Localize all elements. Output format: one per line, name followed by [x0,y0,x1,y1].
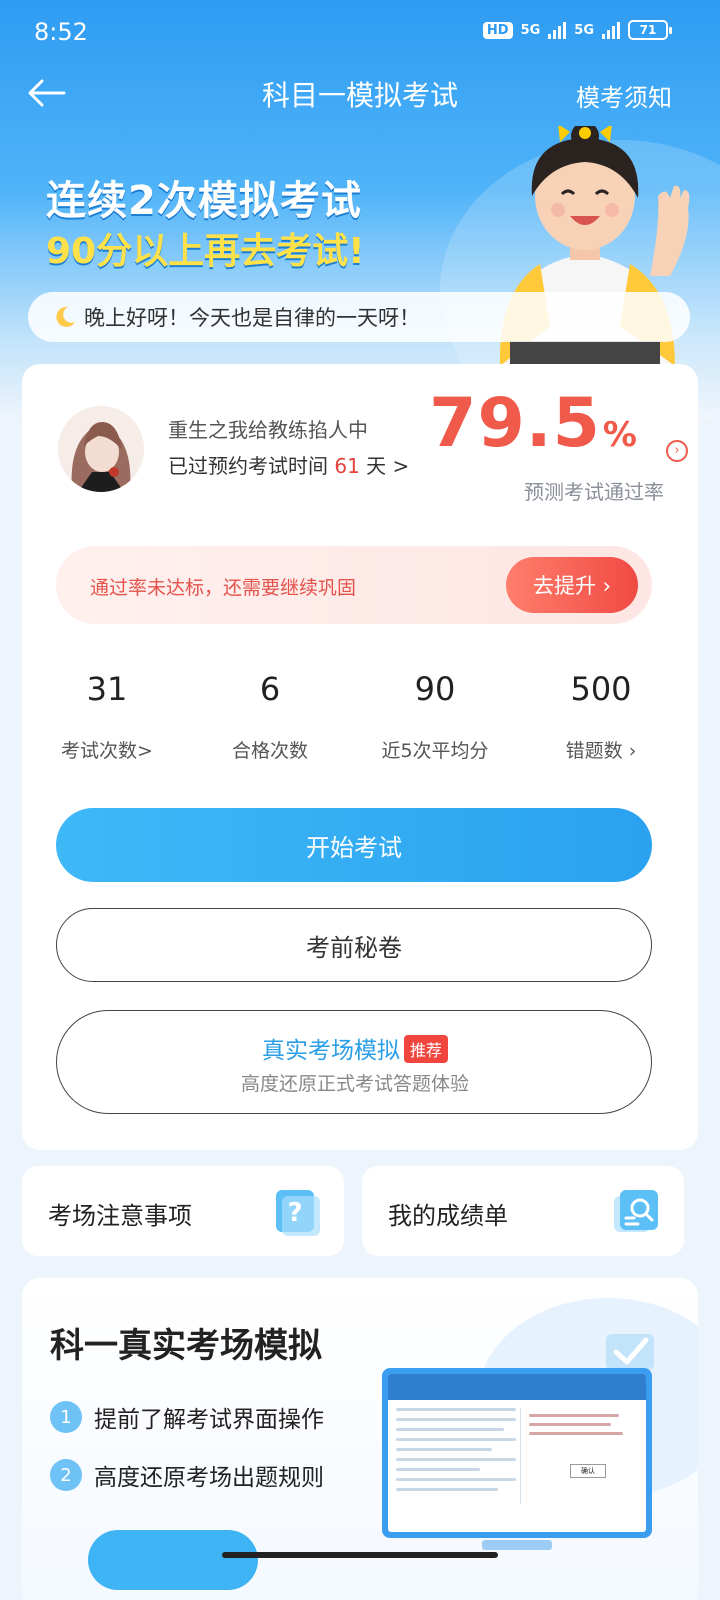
stat-average-score: 90 近5次平均分 [350,664,520,763]
signal-icon [548,21,567,39]
my-scores-tile[interactable]: 我的成绩单 [362,1166,684,1256]
item-number: 1 [50,1401,82,1433]
hd-badge: HD [482,21,513,39]
stats-row: 31 考试次数> 6 合格次数 90 近5次平均分 500 错题数 › [22,664,698,774]
tile-label: 考场注意事项 [48,1202,192,1230]
tile-label: 我的成绩单 [388,1202,508,1230]
intro-item: 1 提前了解考试界面操作 [50,1400,324,1434]
avatar[interactable] [58,406,144,492]
pass-rate-value: 79.5% [429,384,638,463]
stat-label: 考试次数> [61,740,153,762]
exam-notice-link[interactable]: 模考须知 [576,78,672,113]
stat-pass-count: 6 合格次数 [185,664,355,763]
exam-summary-card: 重生之我给教练掐人中 已过预约考试时间 61 天 > 79.5% › 预测考试通… [22,364,698,1150]
stat-value: 90 [414,670,456,708]
stat-value: 6 [259,670,281,708]
monitor-stand [482,1540,552,1550]
exam-notes-tile[interactable]: 考场注意事项 ? [22,1166,344,1256]
item-text: 提前了解考试界面操作 [94,1407,324,1433]
real-exam-sim-button[interactable]: 真实考场模拟 推荐 高度还原正式考试答题体验 [56,1010,652,1114]
battery-icon: 71 [628,20,672,40]
question-icon: ? [276,1190,320,1236]
network-label-2: 5G [574,22,594,38]
stat-label: 近5次平均分 [381,740,489,762]
signal-icon-2 [602,21,620,39]
pass-rate-unit: % [602,415,638,455]
network-label-1: 5G [520,22,541,38]
exam-days-overdue[interactable]: 已过预约考试时间 61 天 > [168,450,409,479]
svg-text:?: ? [287,1198,302,1228]
exam-screen-side-panel [520,1408,638,1504]
real-exam-subtitle: 高度还原正式考试答题体验 [240,1073,469,1095]
secret-paper-button[interactable]: 考前秘卷 [56,908,652,982]
stat-label: 合格次数 [231,740,308,762]
greeting-banner: 晚上好呀！今天也是自律的一天呀！ [28,292,690,342]
exam-screen-confirm: 确认 [570,1464,606,1478]
pass-rate-label: 预测考试通过率 [524,480,664,504]
user-name: 重生之我给教练掐人中 [168,418,368,442]
exam-screen-content: 确认 [388,1374,646,1532]
nav-bar: 科目一模拟考试 模考须知 [0,64,720,124]
start-exam-button[interactable]: 开始考试 [56,808,652,882]
item-text: 高度还原考场出题规则 [94,1465,324,1491]
promo-headline: 连续2次模拟考试 [46,178,362,224]
stat-value: 500 [570,670,632,708]
stat-label: 错题数 › [565,740,637,762]
status-icons: HD 5G 5G 71 [482,20,672,40]
greeting-text: 晚上好呀！今天也是自律的一天呀！ [84,306,420,330]
intro-item: 2 高度还原考场出题规则 [50,1458,324,1492]
stat-value: 31 [86,670,128,708]
item-number: 2 [50,1459,82,1491]
exam-screen-illustration: 确认 [382,1368,652,1538]
exam-screen-text-lines [396,1408,516,1498]
real-exam-title-text: 真实考场模拟 [261,1038,400,1064]
pass-rate-warning: 通过率未达标，还需要继续巩固 去提升 › [56,546,652,624]
moon-icon [56,306,75,327]
pass-rate-number: 79.5 [429,384,601,463]
hero-banner: 8:52 HD 5G 5G 71 科目一模拟考试 模考须知 连续2次模拟考试 9… [0,0,720,420]
enter-simulation-button[interactable] [88,1530,258,1590]
home-indicator[interactable] [222,1552,498,1558]
improve-button[interactable]: 去提升 › [506,557,638,613]
days-value: 61 [334,454,360,478]
exam-screen-header [388,1374,646,1400]
days-suffix: 天 > [366,454,410,478]
status-time: 8:52 [34,18,88,46]
pass-rate-detail-icon[interactable]: › [666,440,688,462]
real-exam-title: 真实考场模拟 推荐 [57,1031,653,1065]
stat-wrong-count[interactable]: 500 错题数 › [516,664,686,763]
intro-title: 科一真实考场模拟 [50,1326,322,1366]
warning-text: 通过率未达标，还需要继续巩固 [90,577,357,599]
score-search-icon [614,1190,658,1232]
recommend-badge: 推荐 [403,1035,448,1063]
days-prefix: 已过预约考试时间 [168,454,328,478]
stat-exam-count[interactable]: 31 考试次数> [22,664,192,763]
status-bar: 8:52 HD 5G 5G 71 [0,0,720,64]
promo-subheadline: 90分以上再去考试! [46,231,365,272]
